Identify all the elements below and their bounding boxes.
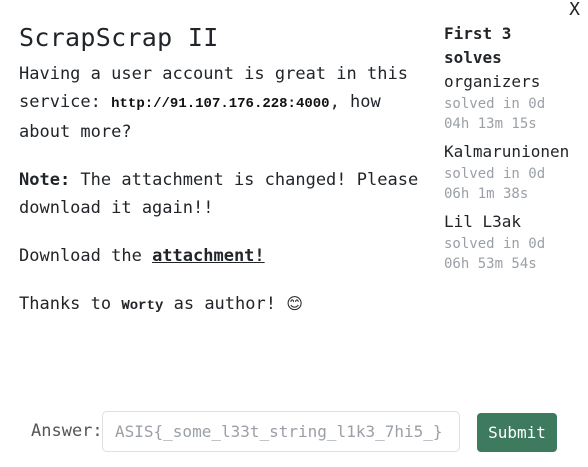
- solver-time: solved in 0d 04h 13m 15s: [444, 96, 546, 132]
- solver-name: Lil L3ak: [444, 212, 522, 231]
- solver-name: organizers: [444, 72, 541, 91]
- first-solves-panel: First 3 solves organizers solved in 0d 0…: [444, 22, 584, 274]
- download-text: Download the: [19, 246, 153, 266]
- note-paragraph: Note: The attachment is changed! Please …: [19, 166, 419, 222]
- solver-time: solved in 0d 06h 53m 54s: [444, 236, 546, 272]
- attachment-link[interactable]: attachment!: [152, 246, 265, 266]
- solver-time: solved in 0d 06h 1m 38s: [444, 166, 546, 202]
- intro-paragraph: Having a user account is great in this s…: [19, 60, 419, 146]
- challenge-description: ScrapScrap II Having a user account is g…: [19, 20, 419, 320]
- first-solves-title: First 3 solves: [444, 24, 512, 67]
- note-text: The attachment is changed! Please downlo…: [19, 170, 419, 218]
- solver-item: organizers solved in 0d 04h 13m 15s: [444, 70, 584, 134]
- thanks-text: Thanks to: [19, 294, 122, 314]
- thanks-paragraph: Thanks to Worty as author! 😊: [19, 290, 419, 320]
- submit-button[interactable]: Submit: [477, 413, 557, 452]
- service-url: http://91.107.176.228:4000: [111, 96, 330, 112]
- smile-emoji-icon: 😊: [286, 294, 303, 313]
- close-button[interactable]: X: [569, 0, 580, 20]
- answer-input[interactable]: [102, 411, 460, 452]
- answer-label: Answer:: [31, 421, 103, 441]
- author-name: Worty: [121, 298, 164, 314]
- challenge-title: ScrapScrap II: [19, 23, 219, 52]
- solver-item: Kalmarunionen solved in 0d 06h 1m 38s: [444, 140, 584, 204]
- thanks-text-end: as author!: [163, 294, 287, 314]
- solver-name: Kalmarunionen: [444, 142, 570, 161]
- solver-item: Lil L3ak solved in 0d 06h 53m 54s: [444, 210, 584, 274]
- download-paragraph: Download the attachment!: [19, 242, 419, 270]
- note-label: Note:: [19, 170, 71, 190]
